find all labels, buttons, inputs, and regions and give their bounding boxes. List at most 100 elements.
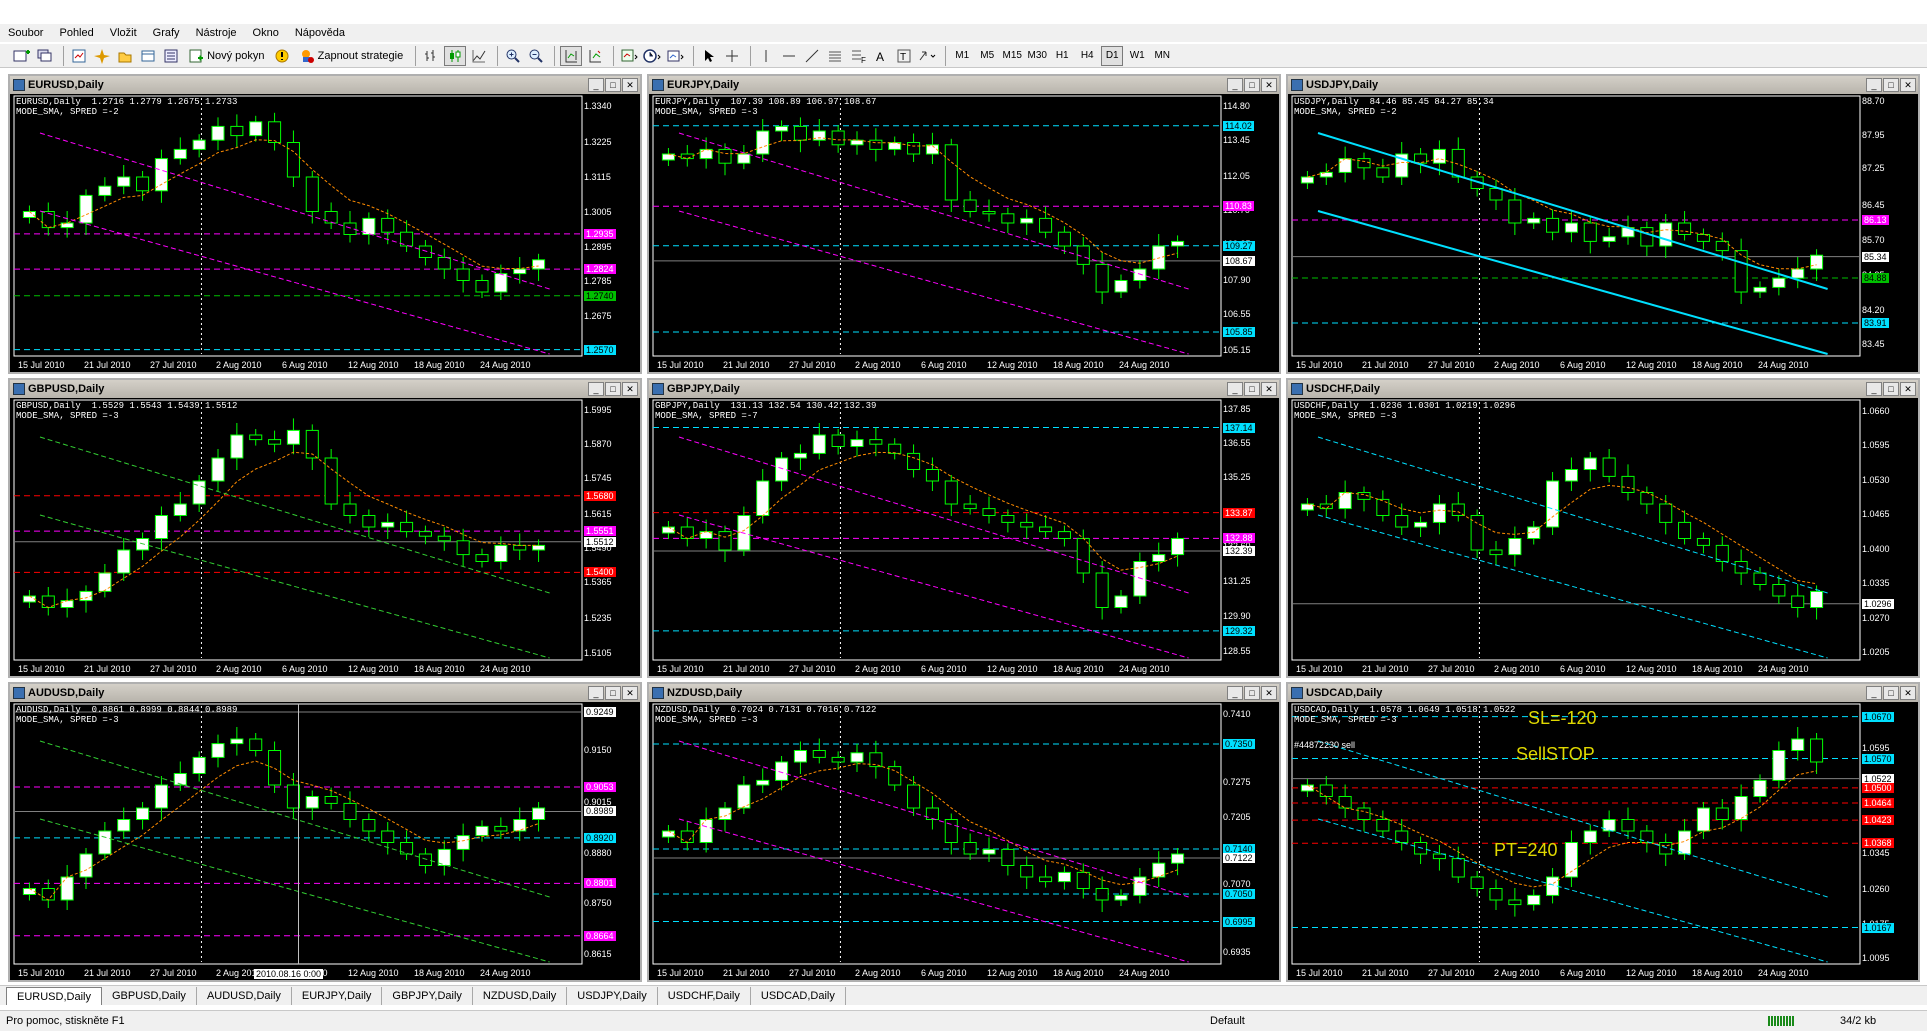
chart-plot-area[interactable]: NZDUSD,Daily 0.7024 0.7131 0.7016 0.7122… bbox=[649, 702, 1279, 980]
maximize-icon[interactable]: □ bbox=[605, 78, 621, 92]
crosshair-icon[interactable] bbox=[722, 46, 742, 66]
chart-window-nzdusd[interactable]: NZDUSD,Daily _ □ ✕ NZDUSD,Daily 0.7024 0.713… bbox=[647, 682, 1281, 982]
market-watch-icon[interactable] bbox=[69, 46, 89, 66]
tab-eurjpy[interactable]: EURJPY,Daily bbox=[292, 987, 383, 1005]
bar-chart-icon[interactable] bbox=[421, 46, 441, 66]
chart-text-annotation[interactable]: SellSTOP bbox=[1516, 744, 1595, 765]
time-axis[interactable]: 15 Jul 2010 21 Jul 2010 27 Jul 2010 2 Aug 2… bbox=[649, 358, 1219, 372]
maximize-icon[interactable]: □ bbox=[1244, 686, 1260, 700]
close-icon[interactable]: ✕ bbox=[1261, 686, 1277, 700]
chart-window-titlebar[interactable]: USDJPY,Daily _ □ ✕ bbox=[1288, 76, 1918, 94]
chart-plot-area[interactable]: EURUSD,Daily 1.2716 1.2779 1.2675 1.2733… bbox=[10, 94, 640, 372]
price-axis[interactable]: 1.0660 1.0595 1.0530 1.0465 1.0400 1.0335 1.02… bbox=[1858, 398, 1918, 676]
chart-window-titlebar[interactable]: EURUSD,Daily _ □ ✕ bbox=[10, 76, 640, 94]
tab-usdjpy[interactable]: USDJPY,Daily bbox=[567, 987, 658, 1005]
trendline[interactable] bbox=[678, 210, 1189, 355]
chart-plot-area[interactable]: USDCHF,Daily 1.0236 1.0301 1.0219 1.0296… bbox=[1288, 398, 1918, 676]
chart-window-usdjpy[interactable]: USDJPY,Daily _ □ ✕ USDJPY,Daily 84.46 85.45 … bbox=[1286, 74, 1920, 374]
chart-window-eurusd[interactable]: EURUSD,Daily _ □ ✕ EURUSD,Daily 1.2716 1.277… bbox=[8, 74, 642, 374]
chart-window-titlebar[interactable]: USDCAD,Daily _ □ ✕ bbox=[1288, 684, 1918, 702]
chart-window-gbpjpy[interactable]: GBPJPY,Daily _ □ ✕ GBPJPY,Daily 131.13 132.5… bbox=[647, 378, 1281, 678]
cursor-icon[interactable] bbox=[699, 46, 719, 66]
minimize-icon[interactable]: _ bbox=[1866, 382, 1882, 396]
autoscroll-icon[interactable] bbox=[585, 46, 605, 66]
trendline[interactable] bbox=[678, 740, 1189, 898]
maximize-icon[interactable]: □ bbox=[1244, 78, 1260, 92]
time-axis[interactable]: 15 Jul 2010 21 Jul 2010 27 Jul 2010 2 Aug 2… bbox=[10, 358, 580, 372]
candlestick-icon[interactable] bbox=[444, 45, 467, 66]
arrows-icon[interactable] bbox=[917, 46, 937, 66]
chart-window-titlebar[interactable]: GBPJPY,Daily _ □ ✕ bbox=[649, 380, 1279, 398]
maximize-icon[interactable]: □ bbox=[1244, 382, 1260, 396]
strategy-tester-icon[interactable] bbox=[138, 46, 158, 66]
chart-window-titlebar[interactable]: AUDUSD,Daily _ □ ✕ bbox=[10, 684, 640, 702]
chart-window-usdcad[interactable]: USDCAD,Daily _ □ ✕ USDCAD,Daily 1.0578 1.064… bbox=[1286, 682, 1920, 982]
close-icon[interactable]: ✕ bbox=[1900, 686, 1916, 700]
chart-window-titlebar[interactable]: GBPUSD,Daily _ □ ✕ bbox=[10, 380, 640, 398]
trendline[interactable] bbox=[1317, 818, 1828, 963]
fibonacci-icon[interactable]: F bbox=[848, 46, 868, 66]
chart-plot-area[interactable]: USDJPY,Daily 84.46 85.45 84.27 85.34 MODE… bbox=[1288, 94, 1918, 372]
terminal-icon[interactable] bbox=[115, 46, 135, 66]
trendline[interactable] bbox=[39, 514, 550, 659]
trendline[interactable] bbox=[678, 132, 1189, 290]
menu-window[interactable]: Okno bbox=[253, 27, 279, 39]
time-axis[interactable]: 15 Jul 2010 21 Jul 2010 27 Jul 2010 2 Aug 2… bbox=[1288, 662, 1858, 676]
new-chart-icon[interactable] bbox=[12, 46, 32, 66]
chart-window-gbpusd[interactable]: GBPUSD,Daily _ □ ✕ GBPUSD,Daily 1.5529 1.554… bbox=[8, 378, 642, 678]
chart-plot-area[interactable]: GBPUSD,Daily 1.5529 1.5543 1.5439 1.5512… bbox=[10, 398, 640, 676]
trendline[interactable] bbox=[1317, 436, 1828, 594]
price-axis[interactable]: 137.85136.55135.25133.90132.60131.25129.… bbox=[1219, 398, 1279, 676]
chart-window-audusd[interactable]: AUDUSD,Daily _ □ ✕ AUDUSD,Daily 0.8861 0.899… bbox=[8, 682, 642, 982]
time-axis[interactable]: 15 Jul 2010 21 Jul 2010 27 Jul 2010 2 Aug 2… bbox=[1288, 966, 1858, 980]
indicators-icon[interactable] bbox=[619, 46, 639, 66]
price-axis[interactable]: 0.7410 0.7275 0.7205 0.7070 0.6935 0.7350 0.71… bbox=[1219, 702, 1279, 980]
expert-advisors-button[interactable]: Zapnout strategie bbox=[295, 46, 408, 66]
trendline[interactable] bbox=[39, 210, 550, 355]
close-icon[interactable]: ✕ bbox=[1900, 78, 1916, 92]
minimize-icon[interactable]: _ bbox=[588, 686, 604, 700]
timeframe-m1[interactable]: M1 bbox=[951, 46, 973, 66]
time-axis[interactable]: 15 Jul 2010 21 Jul 2010 27 Jul 2010 2 Aug 2… bbox=[10, 662, 580, 676]
timeframe-m30[interactable]: M30 bbox=[1026, 46, 1048, 66]
chart-window-usdchf[interactable]: USDCHF,Daily _ □ ✕ USDCHF,Daily 1.0236 1.030… bbox=[1286, 378, 1920, 678]
price-axis[interactable]: 1.3340 1.3225 1.3115 1.3005 1.2895 1.2785 1.26… bbox=[580, 94, 640, 372]
trendline[interactable] bbox=[678, 514, 1189, 659]
close-icon[interactable]: ✕ bbox=[1261, 78, 1277, 92]
trendline[interactable] bbox=[678, 436, 1189, 594]
chart-plot-area[interactable]: EURJPY,Daily 107.39 108.89 106.97 108.67… bbox=[649, 94, 1279, 372]
timeframe-m15[interactable]: M15 bbox=[1001, 46, 1023, 66]
minimize-icon[interactable]: _ bbox=[1866, 686, 1882, 700]
trendline[interactable] bbox=[39, 818, 550, 963]
maximize-icon[interactable]: □ bbox=[605, 686, 621, 700]
time-axis[interactable]: 15 Jul 2010 21 Jul 2010 27 Jul 2010 2 Aug 2… bbox=[649, 966, 1219, 980]
menu-insert[interactable]: Vložit bbox=[110, 27, 137, 39]
experts-list-icon[interactable] bbox=[161, 46, 181, 66]
chart-shift-icon[interactable] bbox=[560, 45, 583, 66]
minimize-icon[interactable]: _ bbox=[588, 78, 604, 92]
close-icon[interactable]: ✕ bbox=[1261, 382, 1277, 396]
price-axis[interactable]: 114.80113.45112.05110.70109.35107.90106.… bbox=[1219, 94, 1279, 372]
chart-plot-area[interactable]: AUDUSD,Daily 0.8861 0.8999 0.8844 0.8989… bbox=[10, 702, 640, 980]
menu-view[interactable]: Pohled bbox=[59, 27, 93, 39]
tab-eurusd[interactable]: EURUSD,Daily bbox=[6, 987, 102, 1005]
tab-nzdusd[interactable]: NZDUSD,Daily bbox=[473, 987, 568, 1005]
timeframe-mn[interactable]: MN bbox=[1151, 46, 1173, 66]
chart-window-eurjpy[interactable]: EURJPY,Daily _ □ ✕ EURJPY,Daily 107.39 108.8… bbox=[647, 74, 1281, 374]
time-axis[interactable]: 15 Jul 2010 21 Jul 2010 27 Jul 2010 2 Aug 2… bbox=[649, 662, 1219, 676]
close-icon[interactable]: ✕ bbox=[622, 686, 638, 700]
time-axis[interactable]: 15 Jul 2010 21 Jul 2010 27 Jul 2010 2 Aug 2… bbox=[1288, 358, 1858, 372]
tab-gbpjpy[interactable]: GBPJPY,Daily bbox=[382, 987, 473, 1005]
navigator-icon[interactable] bbox=[92, 46, 112, 66]
trendline[interactable] bbox=[39, 740, 550, 898]
minimize-icon[interactable]: _ bbox=[1227, 686, 1243, 700]
chart-plot-area[interactable]: USDCAD,Daily 1.0578 1.0649 1.0518 1.0522… bbox=[1288, 702, 1918, 980]
chart-plot-area[interactable]: GBPJPY,Daily 131.13 132.54 130.42 132.39… bbox=[649, 398, 1279, 676]
price-axis[interactable]: 1.5995 1.5870 1.5745 1.5615 1.5490 1.5365 1.52… bbox=[580, 398, 640, 676]
periods-icon[interactable] bbox=[642, 46, 662, 66]
menu-charts[interactable]: Grafy bbox=[153, 27, 180, 39]
label-icon[interactable]: T bbox=[894, 46, 914, 66]
maximize-icon[interactable]: □ bbox=[605, 382, 621, 396]
horizontal-line-icon[interactable] bbox=[779, 46, 799, 66]
profiles-icon[interactable] bbox=[35, 46, 55, 66]
